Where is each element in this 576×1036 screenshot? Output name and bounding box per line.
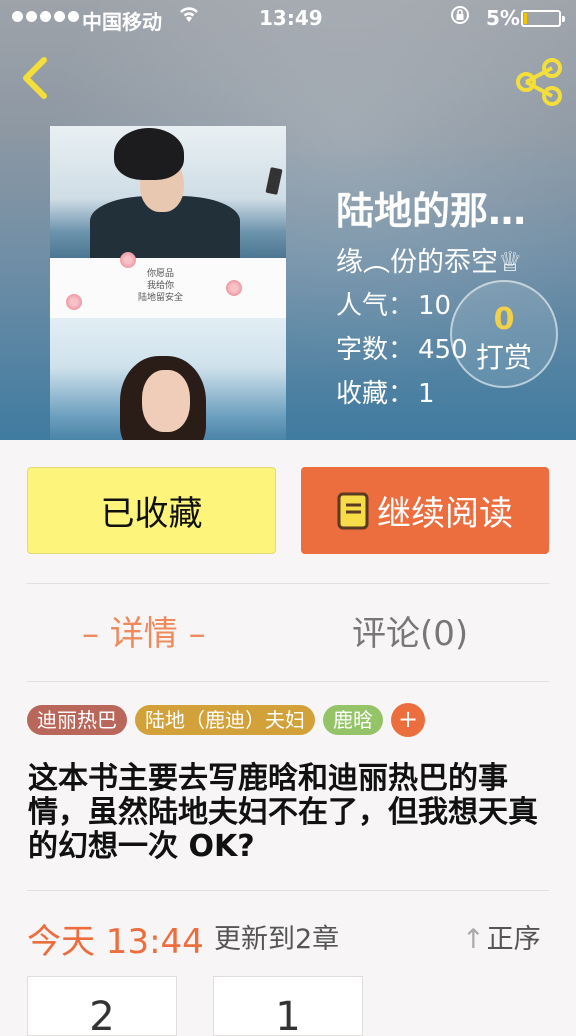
- clock-time: 13:49: [259, 6, 323, 30]
- reward-count: 0: [493, 302, 515, 337]
- back-button[interactable]: [14, 52, 58, 104]
- sort-order-label: 正序: [486, 924, 541, 955]
- battery-percent: 5%: [486, 6, 520, 30]
- carrier-name: 中国移动: [82, 10, 162, 34]
- tag-dilireba[interactable]: 迪丽热巴: [27, 705, 127, 735]
- chapter-item[interactable]: 2: [27, 976, 177, 1036]
- continue-reading-button[interactable]: 继续阅读: [301, 467, 549, 554]
- chapter-item[interactable]: 1: [213, 976, 363, 1036]
- battery-icon: [521, 10, 565, 27]
- reward-button[interactable]: 0 打赏: [450, 280, 558, 388]
- continue-reading-label: 继续阅读: [377, 494, 513, 534]
- divider: [27, 583, 549, 584]
- chevron-left-icon: [23, 57, 47, 99]
- tab-detail[interactable]: – 详情 –: [82, 606, 206, 655]
- tab-comments[interactable]: 评论(0): [352, 606, 468, 655]
- stat-popularity: 人气： 10: [336, 291, 452, 321]
- status-bar: 中国移动 13:49 5%: [0, 0, 576, 38]
- favorited-label: 已收藏: [100, 494, 203, 534]
- arrow-up-icon: ↑: [462, 924, 485, 955]
- divider: [27, 681, 549, 682]
- book-title: 陆地的那…: [336, 189, 527, 233]
- rotation-lock-icon: [449, 4, 471, 32]
- book-author[interactable]: 缘︵份的忝空♕: [336, 240, 522, 279]
- favorited-button[interactable]: 已收藏: [27, 467, 276, 554]
- divider: [27, 890, 549, 891]
- sort-order-button[interactable]: ↑正序: [462, 917, 541, 956]
- update-status: 更新到2章: [214, 924, 340, 955]
- share-icon: [516, 58, 562, 106]
- tag-list: 迪丽热巴 陆地（鹿迪）夫妇 鹿晗 +: [27, 703, 425, 737]
- wifi-icon: [177, 4, 201, 30]
- tag-luhan[interactable]: 鹿晗: [323, 705, 383, 735]
- reward-label: 打赏: [475, 341, 532, 374]
- book-cover-image[interactable]: 你愿品 我给你 陆地留安全: [50, 126, 286, 440]
- cover-poem: 你愿品 我给你 陆地留安全: [138, 269, 184, 303]
- book-icon: [337, 492, 369, 530]
- add-tag-button[interactable]: +: [391, 703, 425, 737]
- share-button[interactable]: [514, 58, 566, 106]
- update-time: 今天 13:44: [27, 922, 204, 962]
- stat-favorites: 收藏： 1: [336, 379, 435, 409]
- tag-ludi-couple[interactable]: 陆地（鹿迪）夫妇: [135, 705, 315, 735]
- book-description: 这本书主要去写鹿晗和迪丽热巴的事情，虽然陆地夫妇不在了，但我想天真的幻想一次 O…: [28, 761, 538, 864]
- signal-strength-icon: [12, 11, 79, 22]
- stat-word-count: 字数： 450: [336, 335, 468, 365]
